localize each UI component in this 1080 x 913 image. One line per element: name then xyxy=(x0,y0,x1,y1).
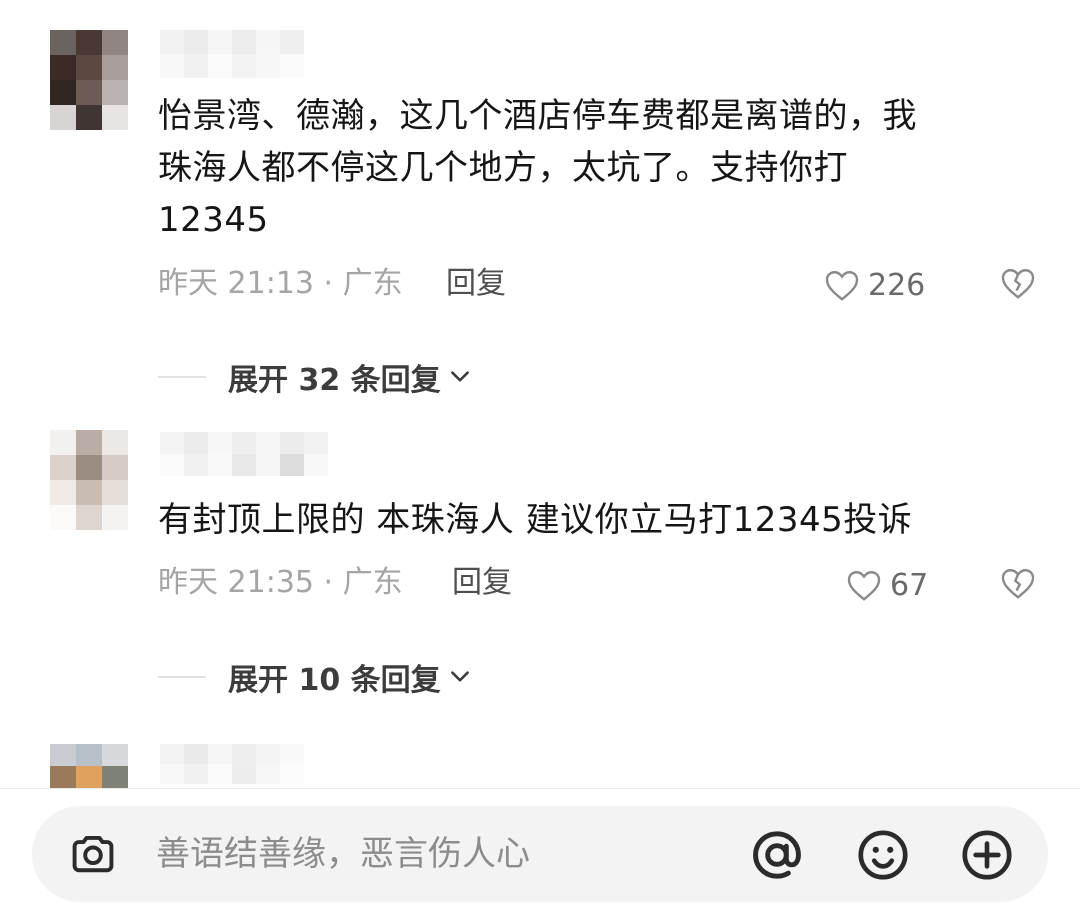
comment-text-line: 12345 xyxy=(158,200,269,240)
at-icon[interactable] xyxy=(746,824,808,890)
broken-heart-icon xyxy=(1001,269,1035,299)
username-redacted[interactable] xyxy=(160,432,328,476)
comment-text-line: 怡景湾、德瀚，这几个酒店停车费都是离谱的，我 xyxy=(158,96,917,136)
username-redacted[interactable] xyxy=(160,744,304,784)
like-button[interactable]: 226 xyxy=(824,265,925,305)
like-button[interactable]: 67 xyxy=(846,565,928,605)
comment-text: 怡景湾、德瀚，这几个酒店停车费都是离谱的，我 珠海人都不停这几个地方，太坑了。支… xyxy=(158,90,917,246)
emoji-icon[interactable] xyxy=(852,824,914,890)
like-count: 67 xyxy=(890,567,929,603)
expand-replies-button[interactable]: 展开 32 条回复 xyxy=(158,357,473,398)
reply-button[interactable]: 回复 xyxy=(446,264,506,304)
expand-replies-label: 展开 10 条回复 xyxy=(228,663,441,698)
expand-replies-button[interactable]: 展开 10 条回复 xyxy=(158,657,473,698)
chevron-down-icon xyxy=(450,671,469,682)
heart-icon xyxy=(825,271,859,301)
expand-divider xyxy=(158,376,206,378)
camera-icon[interactable] xyxy=(66,828,120,884)
comment-input-field[interactable]: 善语结善缘，恶言伤人心 xyxy=(32,806,1048,902)
comment-text-line: 珠海人都不停这几个地方，太坑了。支持你打 xyxy=(158,148,848,188)
heart-icon xyxy=(847,571,881,601)
comment-meta: 昨天 21:35 · 广东 xyxy=(158,565,403,600)
chevron-down-icon xyxy=(450,371,469,382)
comment-input-placeholder[interactable]: 善语结善缘，恶言伤人心 xyxy=(156,806,530,902)
comment-text: 有封顶上限的 本珠海人 建议你立马打12345投诉 xyxy=(158,500,913,540)
comments-page: 怡景湾、德瀚，这几个酒店停车费都是离谱的，我 珠海人都不停这几个地方，太坑了。支… xyxy=(0,0,1080,913)
broken-heart-icon xyxy=(1001,569,1035,599)
like-count: 226 xyxy=(868,267,926,303)
username-redacted[interactable] xyxy=(160,30,304,78)
avatar[interactable] xyxy=(50,30,128,130)
dislike-button[interactable] xyxy=(1000,566,1036,604)
plus-icon[interactable] xyxy=(956,824,1018,890)
avatar[interactable] xyxy=(50,430,128,530)
avatar[interactable] xyxy=(50,744,128,788)
reply-button[interactable]: 回复 xyxy=(452,563,512,603)
expand-replies-label: 展开 32 条回复 xyxy=(228,363,441,398)
comment-meta: 昨天 21:13 · 广东 xyxy=(158,266,403,301)
dislike-button[interactable] xyxy=(1000,266,1036,304)
comment-input-bar: 善语结善缘，恶言伤人心 xyxy=(0,788,1080,913)
expand-divider xyxy=(158,676,206,678)
